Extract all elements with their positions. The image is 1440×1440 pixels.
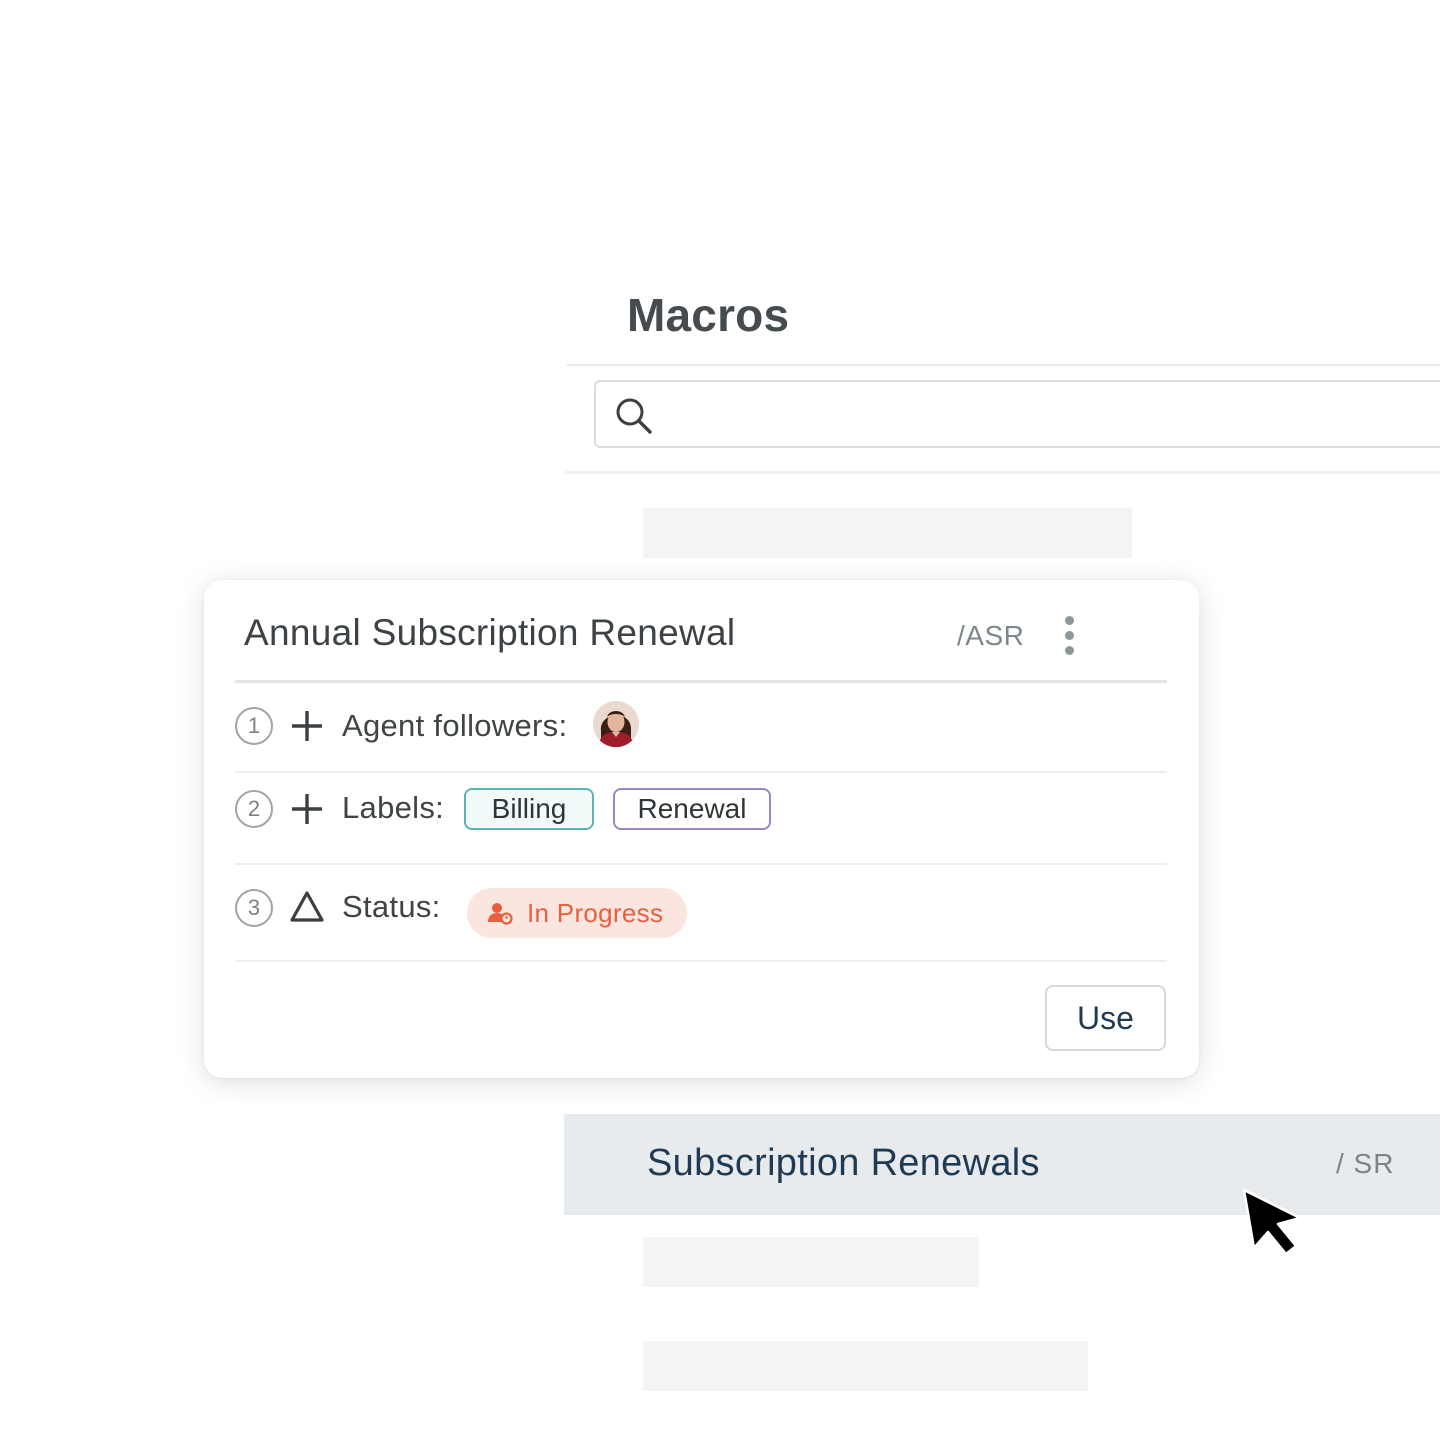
list-item-placeholder [643, 1237, 979, 1287]
list-item-placeholder [643, 1341, 1088, 1391]
use-button[interactable]: Use [1045, 985, 1166, 1051]
list-item-shortcut: / SR [1336, 1148, 1395, 1179]
macro-step-labels: 2 Labels: Billing Renewal [235, 788, 1165, 850]
panel-top-divider [567, 364, 1440, 366]
list-item-placeholder [643, 508, 1132, 558]
plus-icon [292, 711, 322, 741]
card-divider [235, 680, 1167, 683]
panel-search-divider [565, 471, 1440, 474]
triangle-icon [290, 891, 324, 922]
macro-shortcut: /ASR [957, 620, 1025, 651]
avatar[interactable] [593, 701, 639, 747]
step-label: Agent followers: [342, 708, 568, 743]
plus-icon [292, 794, 322, 824]
step-label: Labels: [342, 790, 445, 825]
search-box[interactable] [594, 380, 1440, 448]
card-divider [235, 863, 1167, 865]
macro-title: Annual Subscription Renewal [244, 612, 736, 653]
card-divider [235, 771, 1167, 773]
kebab-menu-icon[interactable] [1059, 616, 1079, 656]
label-tag-billing[interactable]: Billing [464, 788, 594, 830]
macro-step-status: 3 Status: In Progress [235, 880, 1165, 940]
step-number-badge: 3 [235, 889, 273, 927]
step-number-badge: 1 [235, 707, 273, 745]
list-item-title: Subscription Renewals [647, 1142, 1040, 1184]
status-text: In Progress [527, 897, 664, 928]
step-label: Status: [342, 889, 441, 924]
person-status-icon [488, 903, 513, 925]
search-input[interactable] [666, 390, 1430, 440]
step-number-badge: 2 [235, 790, 273, 828]
macro-preview-card: Annual Subscription Renewal /ASR 1 Agent… [204, 580, 1199, 1078]
search-icon [616, 398, 652, 434]
card-divider [235, 960, 1167, 962]
list-item-subscription-renewals[interactable]: Subscription Renewals / SR [564, 1114, 1440, 1215]
mouse-cursor-icon [1242, 1188, 1302, 1256]
label-tag-renewal[interactable]: Renewal [613, 788, 771, 830]
panel-title: Macros [627, 289, 790, 341]
status-badge[interactable]: In Progress [467, 888, 687, 938]
macro-step-agent-followers: 1 Agent followers: [235, 697, 1165, 757]
